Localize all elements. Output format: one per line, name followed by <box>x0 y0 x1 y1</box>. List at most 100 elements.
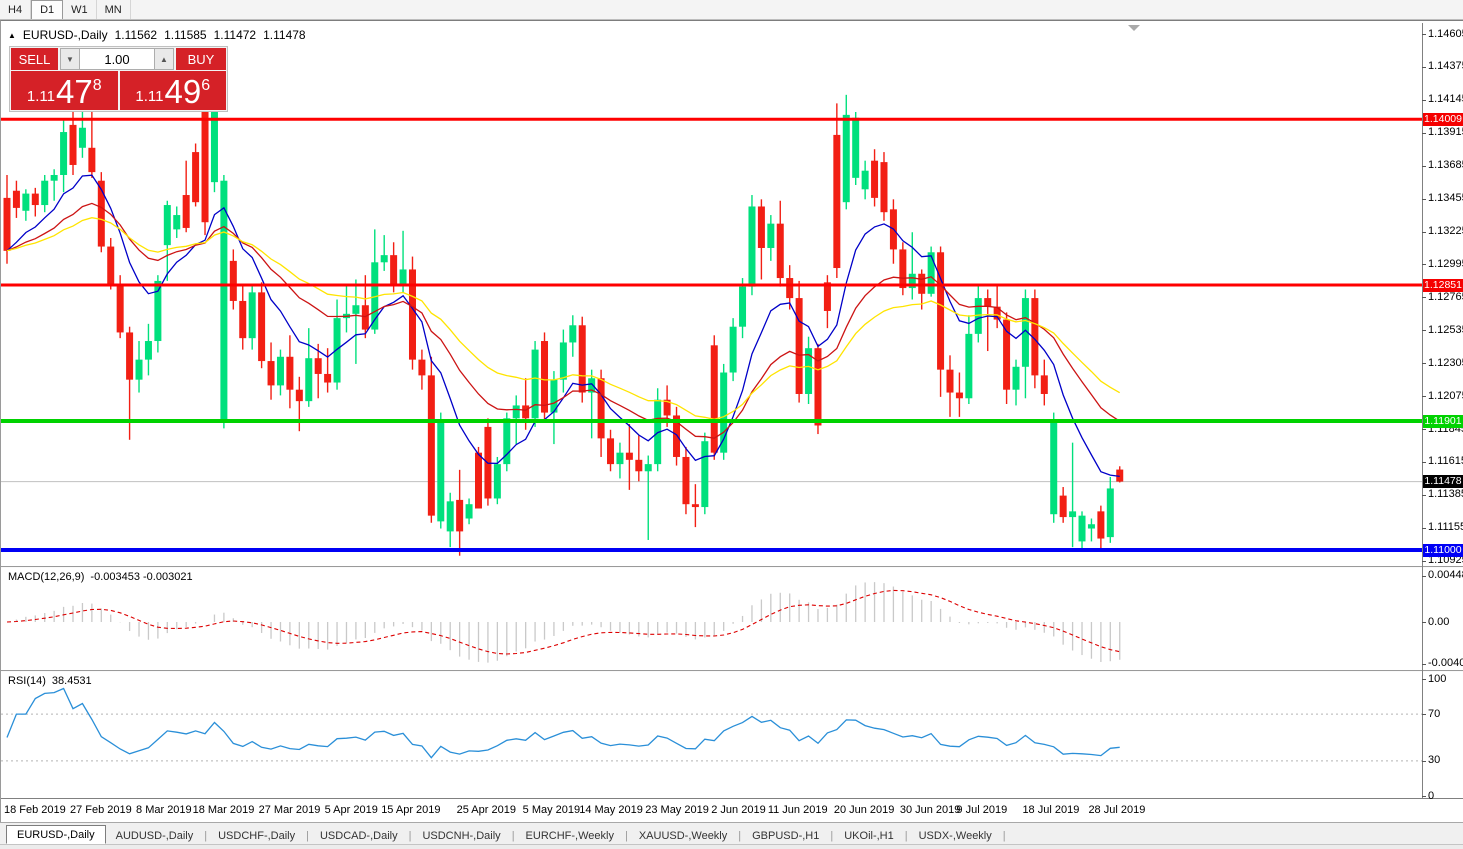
price-tick-label: 1.12075 <box>1428 390 1463 402</box>
tab-usdx-weekly[interactable]: USDX-,Weekly <box>909 827 1002 844</box>
symbol-label: EURUSD-,Daily <box>23 28 108 42</box>
sell-price-sup: 8 <box>93 78 102 94</box>
chart-canvas[interactable] <box>1 23 1422 799</box>
price-tick-label: 1.14605 <box>1428 28 1463 40</box>
date-label: 23 May 2019 <box>645 804 709 816</box>
sell-price-prefix: 1.11 <box>27 86 55 108</box>
timeframe-button-w1[interactable]: W1 <box>63 0 97 19</box>
ohlc-high: 1.11585 <box>164 28 207 42</box>
price-tick-mark <box>1422 67 1426 68</box>
price-tick-label: 1.11155 <box>1428 521 1463 533</box>
chevron-down-icon: ▼ <box>66 55 74 64</box>
date-label: 8 Mar 2019 <box>136 804 192 816</box>
rsi-tick-label: 70 <box>1428 708 1440 720</box>
price-tick-mark <box>1422 363 1426 364</box>
volume-increase-button[interactable]: ▲ <box>154 48 174 70</box>
price-tick-label: 1.14375 <box>1428 60 1463 72</box>
chart-window[interactable]: ▲ EURUSD-,Daily 1.11562 1.11585 1.11472 … <box>0 20 1463 823</box>
timeframe-button-d1[interactable]: D1 <box>31 0 63 19</box>
price-tick-mark <box>1422 34 1426 35</box>
rsi-name: RSI(14) <box>8 675 46 687</box>
price-tick-mark <box>1422 166 1426 167</box>
tab-eurusd-daily[interactable]: EURUSD-,Daily <box>6 825 106 844</box>
mt4-window: H4D1W1MN ▲ EURUSD-,Daily 1.11562 1.11585… <box>0 0 1463 849</box>
pane-separator-macd[interactable] <box>1 566 1463 568</box>
price-tick-mark <box>1422 396 1426 397</box>
price-tick-mark <box>1422 264 1426 265</box>
date-label: 18 Jul 2019 <box>1022 804 1079 816</box>
tab-usdcnh-daily[interactable]: USDCNH-,Daily <box>412 827 510 844</box>
price-tick-label: 1.14145 <box>1428 93 1463 105</box>
macd-tick-mark <box>1422 622 1426 623</box>
timeframe-button-h4[interactable]: H4 <box>0 0 31 19</box>
sell-price[interactable]: 1.11478 <box>11 71 118 110</box>
ohlc-open: 1.11562 <box>115 28 158 42</box>
tab-usdcad-daily[interactable]: USDCAD-,Daily <box>310 827 408 844</box>
price-badge-1.11000: 1.11000 <box>1423 544 1463 557</box>
tab-gbpusd-h1[interactable]: GBPUSD-,H1 <box>742 827 829 844</box>
rsi-tick-label: 100 <box>1428 673 1446 685</box>
sell-price-big: 47 <box>56 75 93 108</box>
price-tick-mark <box>1422 199 1426 200</box>
tab-usdchf-daily[interactable]: USDCHF-,Daily <box>208 827 305 844</box>
price-tick-label: 1.13455 <box>1428 192 1463 204</box>
price-tick-mark <box>1422 330 1426 331</box>
price-tick-mark <box>1422 429 1426 430</box>
rsi-tick-label: 0 <box>1428 790 1434 802</box>
price-badge-1.14009: 1.14009 <box>1423 113 1463 126</box>
rsi-label: RSI(14) 38.4531 <box>8 675 92 687</box>
buy-price-prefix: 1.11 <box>135 86 163 108</box>
rsi-tick-label: 30 <box>1428 754 1440 766</box>
ohlc-low: 1.11472 <box>214 28 257 42</box>
tab-ukoil-h1[interactable]: UKOil-,H1 <box>834 827 904 844</box>
price-tick-label: 1.12535 <box>1428 324 1463 336</box>
collapse-arrow-icon[interactable]: ▲ <box>8 31 16 40</box>
price-tick-label: 1.12765 <box>1428 291 1463 303</box>
macd-tick-label: 0.00 <box>1428 616 1449 628</box>
buy-button[interactable]: BUY <box>176 48 226 70</box>
date-label: 28 Jul 2019 <box>1088 804 1145 816</box>
date-label: 5 May 2019 <box>523 804 580 816</box>
macd-tick-label: -0.004048 <box>1428 657 1463 669</box>
tab-eurchf-weekly[interactable]: EURCHF-,Weekly <box>516 827 624 844</box>
sell-button[interactable]: SELL <box>11 48 58 70</box>
timeframe-toolbar: H4D1W1MN <box>0 0 1463 20</box>
price-tick-label: 1.13915 <box>1428 126 1463 138</box>
date-label: 18 Mar 2019 <box>193 804 255 816</box>
price-axis-separator <box>1422 23 1423 799</box>
volume-input[interactable]: 1.00 <box>80 48 154 70</box>
date-label: 27 Mar 2019 <box>259 804 321 816</box>
rsi-tick-mark <box>1422 761 1426 762</box>
price-tick-mark <box>1422 528 1426 529</box>
one-click-trading-panel: SELL ▼ 1.00 ▲ BUY 1.11478 1.11496 <box>9 46 228 112</box>
date-label: 30 Jun 2019 <box>900 804 961 816</box>
price-tick-mark <box>1422 100 1426 101</box>
price-badge-1.11478: 1.11478 <box>1423 475 1463 488</box>
price-tick-label: 1.13685 <box>1428 159 1463 171</box>
date-label: 14 May 2019 <box>579 804 643 816</box>
tab-xauusd-weekly[interactable]: XAUUSD-,Weekly <box>629 827 737 844</box>
pane-separator-rsi[interactable] <box>1 670 1463 672</box>
date-label: 11 Jun 2019 <box>768 804 828 816</box>
price-tick-label: 1.13225 <box>1428 225 1463 237</box>
buy-price-sup: 6 <box>201 78 210 94</box>
tab-audusd-daily[interactable]: AUDUSD-,Daily <box>106 827 204 844</box>
macd-name: MACD(12,26,9) <box>8 571 84 583</box>
date-axis[interactable]: 18 Feb 2019 27 Feb 2019 8 Mar 201918 Mar 2… <box>1 799 1422 822</box>
chart-tabs: EURUSD-,DailyAUDUSD-,Daily | USDCHF-,Daily… <box>0 823 1463 844</box>
date-label: 2 Jun 2019 <box>711 804 765 816</box>
price-tick-label: 1.12995 <box>1428 258 1463 270</box>
rsi-tick-mark <box>1422 679 1426 680</box>
price-tick-label: 1.11615 <box>1428 455 1463 467</box>
buy-price[interactable]: 1.11496 <box>120 71 227 110</box>
ohlc-close: 1.11478 <box>263 28 306 42</box>
timeframe-button-mn[interactable]: MN <box>97 0 131 19</box>
tabs-scroll-strip[interactable] <box>0 844 1463 849</box>
tab-divider: | <box>1002 830 1007 844</box>
date-label: 18 Feb 2019 <box>4 804 66 816</box>
volume-decrease-button[interactable]: ▼ <box>60 48 80 70</box>
date-label: 25 Apr 2019 <box>457 804 516 816</box>
price-tick-mark <box>1422 232 1426 233</box>
price-badge-1.11901: 1.11901 <box>1423 415 1463 428</box>
date-label: 27 Feb 2019 <box>70 804 132 816</box>
